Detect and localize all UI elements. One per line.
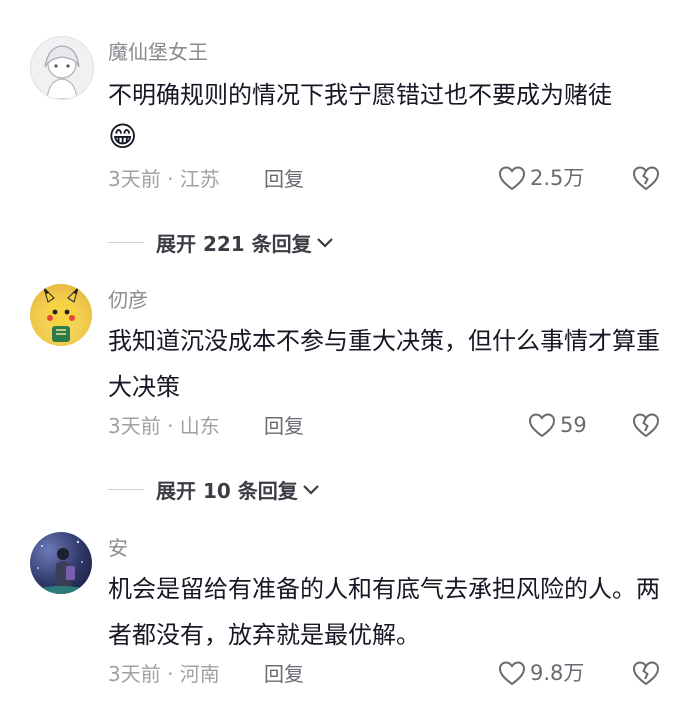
avatar[interactable] [30,532,92,594]
heart-icon [498,166,526,191]
username[interactable]: 仞彦 [108,288,148,312]
dislike-button[interactable] [632,164,660,192]
grinning-emoji: 😁 [108,120,138,153]
expand-replies-button[interactable]: 展开 10 条回复 [108,475,320,504]
broken-heart-icon [632,413,660,438]
heart-icon [498,661,526,686]
like-button[interactable]: 2.5万 [498,165,584,191]
avatar[interactable] [30,284,92,346]
broken-heart-icon [632,661,660,686]
reply-button[interactable]: 回复 [264,662,304,686]
like-count: 9.8万 [530,661,585,685]
dislike-button[interactable] [632,411,660,439]
heart-icon [528,413,556,438]
chevron-down-icon [316,237,333,248]
like-count: 59 [560,413,587,437]
divider-line [108,489,144,490]
expand-replies-label: 展开 221 条回复 [156,232,312,256]
dislike-button[interactable] [632,659,660,687]
divider-line [108,242,144,243]
chevron-down-icon [302,484,319,495]
like-count: 2.5万 [530,166,585,190]
username[interactable]: 安 [108,536,128,560]
avatar[interactable] [30,36,94,100]
reply-button[interactable]: 回复 [264,414,304,438]
comment-meta: 3天前 · 河南 [108,662,220,686]
comment-text: 不明确规则的情况下我宁愿错过也不要成为赌徒 [108,81,612,109]
like-button[interactable]: 9.8万 [498,660,584,686]
comment-meta: 3天前 · 山东 [108,414,220,438]
comment-meta: 3天前 · 江苏 [108,167,220,191]
like-button[interactable]: 59 [528,412,587,438]
expand-replies-label: 展开 10 条回复 [156,479,298,503]
username[interactable]: 魔仙堡女王 [108,40,208,64]
comment-text: 我知道沉没成本不参与重大决策，但什么事情才算重大决策 [108,327,660,401]
comment-item: 魔仙堡女王 不明确规则的情况下我宁愿错过也不要成为赌徒 😁 3天前 · 江苏 回… [0,0,690,256]
comment-text: 机会是留给有准备的人和有底气去承担风险的人。两者都没有，放弃就是最优解。 [108,575,660,649]
reply-button[interactable]: 回复 [264,167,304,191]
broken-heart-icon [632,166,660,191]
expand-replies-button[interactable]: 展开 221 条回复 [108,228,334,257]
